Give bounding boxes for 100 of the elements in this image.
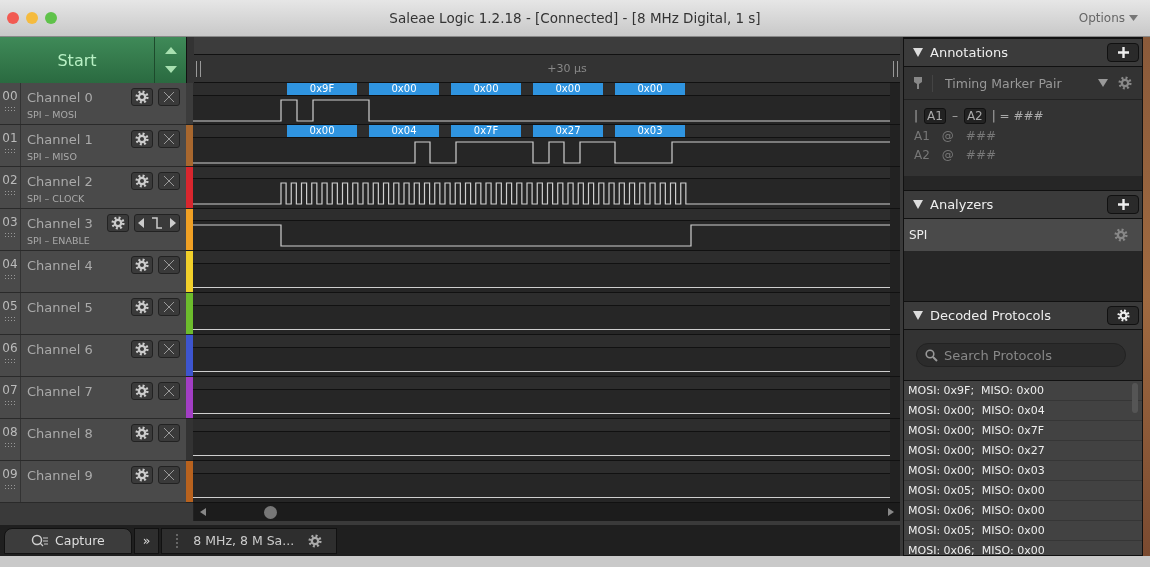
channel-name: Channel 7 [27,384,94,399]
decoded-value-tag[interactable]: 0x04 [369,125,439,137]
falling-edge-icon[interactable] [151,216,163,230]
settings-button[interactable] [131,424,153,442]
channel-number: 06 [2,341,18,355]
decoded-frame-row[interactable]: MOSI: 0x00; MISO: 0x7F [904,421,1143,441]
channel-analyzer-label: SPI – MOSI [27,109,78,120]
close-button[interactable] [158,466,180,484]
decoded-frame-row[interactable]: MOSI: 0x00; MISO: 0x03 [904,461,1143,481]
resize-grip-icon[interactable] [196,60,201,77]
settings-icon[interactable] [1118,76,1133,90]
settings-button[interactable] [131,382,153,400]
channel-header[interactable]: 03 Channel 3 SPI – ENABLE [0,209,186,251]
collapse-triangle-icon[interactable] [913,311,923,320]
up-down-arrows-icon [164,47,177,73]
speed-stepper[interactable] [155,37,186,83]
pin-icon[interactable] [914,77,922,89]
decoded-frame-row[interactable]: MOSI: 0x9F; MISO: 0x00 [904,381,1143,401]
close-icon[interactable] [7,12,19,24]
settings-icon[interactable] [1114,228,1129,242]
channel-header[interactable]: 06 Channel 6 [0,335,186,377]
trigger-selector[interactable] [134,214,180,232]
settings-icon [135,258,149,272]
settings-button[interactable] [131,130,153,148]
search-icon [925,349,938,362]
settings-icon[interactable] [308,533,323,548]
at-sign: @ [941,148,954,162]
settings-button[interactable] [131,256,153,274]
decoded-frame-row[interactable]: MOSI: 0x00; MISO: 0x27 [904,441,1143,461]
channel-header[interactable]: 05 Channel 5 [0,293,186,335]
close-button[interactable] [158,130,180,148]
channel-number: 04 [2,257,18,271]
resize-grip-icon[interactable] [893,60,898,77]
decoded-frame-row[interactable]: MOSI: 0x05; MISO: 0x00 [904,481,1143,501]
options-menu[interactable]: Options [1072,10,1144,26]
right-arrow-icon[interactable] [170,218,176,228]
marker-label[interactable]: A1 [924,108,946,124]
decoded-value-tag[interactable]: 0x27 [533,125,603,137]
left-arrow-icon[interactable] [200,508,206,516]
settings-icon [135,300,149,314]
close-button[interactable] [158,340,180,358]
decoded-value-tag[interactable]: 0x03 [615,125,685,137]
channel-header[interactable]: 02 Channel 2 SPI – CLOCK [0,167,186,209]
channel-header[interactable]: 07 Channel 7 [0,377,186,419]
decoded-value-tag[interactable]: 0x7F [451,125,521,137]
right-arrow-icon[interactable] [888,508,894,516]
settings-button[interactable] [131,340,153,358]
settings-button[interactable] [131,88,153,106]
close-button[interactable] [158,88,180,106]
settings-button[interactable] [1107,306,1140,325]
decoded-frame-row[interactable]: MOSI: 0x06; MISO: 0x00 [904,541,1143,555]
decoded-frame-row[interactable]: MOSI: 0x00; MISO: 0x04 [904,401,1143,421]
channel-header[interactable]: 00 Channel 0 SPI – MOSI [0,83,186,125]
close-button[interactable] [158,424,180,442]
decoded-value-tag[interactable]: 0x00 [369,83,439,95]
decoded-value-tag[interactable]: 0x9F [287,83,357,95]
settings-button[interactable] [131,172,153,190]
decoded-frame-row[interactable]: MOSI: 0x06; MISO: 0x00 [904,501,1143,521]
decoded-frame-row[interactable]: MOSI: 0x05; MISO: 0x00 [904,521,1143,541]
scroll-thumb[interactable] [264,505,277,519]
settings-icon [135,174,149,188]
collapse-triangle-icon[interactable] [913,48,923,57]
decoded-value-tag[interactable]: 0x00 [287,125,357,137]
more-tabs-button[interactable]: » [133,527,160,554]
dropdown-arrow-icon[interactable] [1098,79,1109,87]
annotations-header[interactable]: Annotations [904,38,1143,67]
marker-label[interactable]: A2 [963,108,986,124]
scroll-thumb[interactable] [1132,383,1139,413]
channel-header[interactable]: 09 Channel 9 [0,461,186,503]
settings-button[interactable] [107,214,129,232]
channel-header[interactable]: 08 Channel 8 [0,419,186,461]
analyzers-header[interactable]: Analyzers [904,190,1143,219]
marker-label: A1 [914,129,930,143]
analyzer-item[interactable]: SPI [904,219,1143,251]
channel-header[interactable]: 01 Channel 1 SPI – MISO [0,125,186,167]
decoded-protocols-header[interactable]: Decoded Protocols [904,301,1143,330]
left-arrow-icon[interactable] [138,218,144,228]
close-button[interactable] [158,172,180,190]
start-button[interactable]: Start [0,37,155,83]
settings-button[interactable] [131,298,153,316]
settings-icon [135,90,149,104]
add-button[interactable] [1107,195,1140,214]
channel-number: 01 [2,131,18,145]
channel-header[interactable]: 04 Channel 4 [0,251,186,293]
decoded-value-tag[interactable]: 0x00 [615,83,685,95]
close-button[interactable] [158,298,180,316]
decoded-value-tag[interactable]: 0x00 [533,83,603,95]
decoded-value-tag[interactable]: 0x00 [451,83,521,95]
capture-tab[interactable]: Capture [4,527,132,554]
close-icon [164,260,174,270]
collapse-triangle-icon[interactable] [913,200,923,209]
close-button[interactable] [158,382,180,400]
settings-button[interactable] [131,466,153,484]
session-tab[interactable]: 8 MHz, 8 M Sa... [161,527,338,554]
horizontal-scrollbar[interactable] [194,503,900,521]
search-field[interactable]: Search Protocols [916,343,1127,367]
close-button[interactable] [158,256,180,274]
at-sign: @ [941,129,954,143]
marker-type-dropdown[interactable]: Timing Marker Pair [932,74,1089,92]
add-button[interactable] [1107,43,1140,62]
